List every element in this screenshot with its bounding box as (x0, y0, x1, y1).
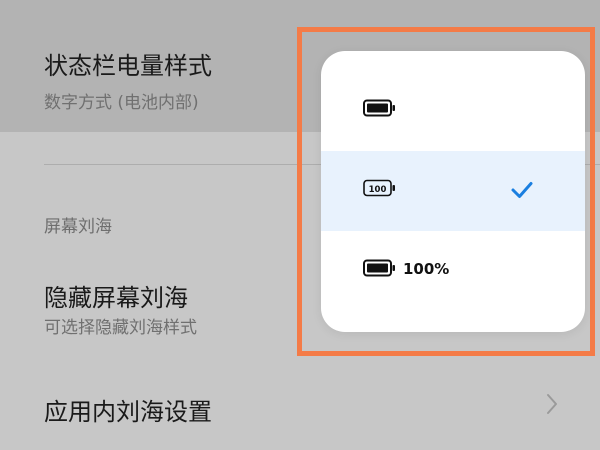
hide-notch-subtitle: 可选择隐藏刘海样式 (44, 318, 197, 338)
battery-style-value: 数字方式 (电池内部) (44, 93, 199, 113)
battery-number-beside-icon (363, 259, 395, 277)
option-battery-number-inside[interactable]: 100 (321, 151, 585, 231)
app-notch-title: 应用内刘海设置 (44, 398, 212, 426)
option-battery-icon[interactable] (321, 71, 585, 151)
battery-inner-number: 100 (369, 185, 387, 195)
battery-icon (363, 99, 395, 117)
battery-percent-label: 100% (403, 260, 450, 278)
checkmark-icon (511, 182, 533, 198)
chevron-right-icon (547, 394, 557, 414)
battery-number-inside-icon: 100 (363, 179, 395, 197)
hide-notch-title: 隐藏屏幕刘海 (44, 284, 188, 312)
section-header-notch: 屏幕刘海 (44, 217, 112, 237)
battery-style-popup: 100 100% (321, 51, 585, 332)
option-battery-number-beside[interactable]: 100% (321, 231, 585, 311)
battery-style-title: 状态栏电量样式 (44, 52, 212, 80)
